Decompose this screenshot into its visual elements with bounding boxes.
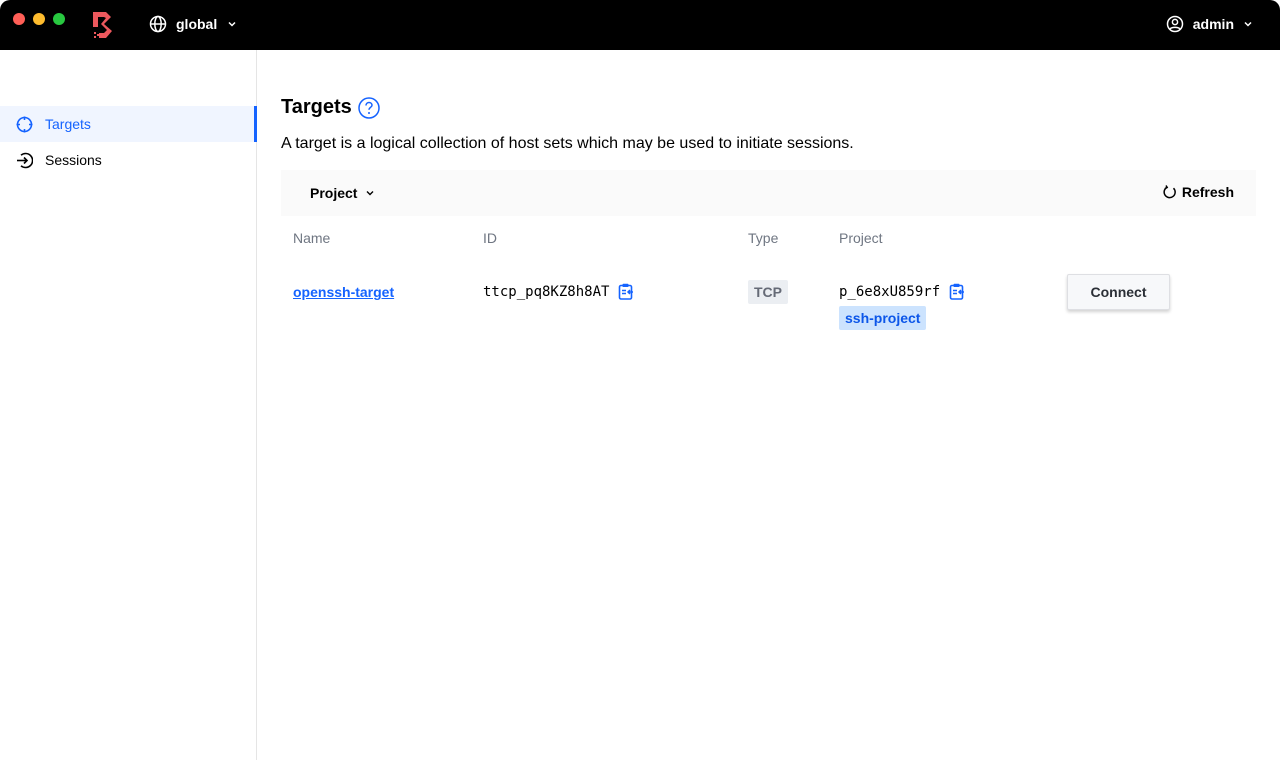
- target-id: ttcp_pq8KZ8h8AT: [483, 283, 610, 300]
- column-header-id[interactable]: ID: [483, 230, 497, 246]
- column-header-type[interactable]: Type: [748, 230, 778, 246]
- refresh-icon: [1163, 185, 1176, 199]
- column-header-name[interactable]: Name: [293, 230, 330, 246]
- chevron-down-icon: [1244, 21, 1252, 27]
- help-icon[interactable]: [358, 96, 380, 119]
- target-name-link[interactable]: openssh-target: [293, 284, 394, 300]
- maximize-window-button[interactable]: [53, 13, 65, 25]
- project-name-badge: ssh-project: [839, 306, 927, 330]
- chevron-down-icon: [366, 191, 374, 196]
- page-header: Targets: [281, 96, 380, 119]
- copy-clipboard-icon[interactable]: [949, 283, 965, 300]
- boundary-logo-icon: [93, 12, 112, 38]
- target-id-cell: ttcp_pq8KZ8h8AT: [483, 283, 634, 300]
- main-content: Targets A target is a logical collection…: [257, 50, 1280, 760]
- app-window: global admin Targets Sessions Targets A …: [0, 0, 1280, 760]
- filter-label: Project: [310, 185, 358, 201]
- user-menu[interactable]: admin: [1166, 15, 1253, 33]
- chevron-down-icon: [228, 21, 236, 27]
- type-badge: TCP: [748, 280, 788, 304]
- sidebar-item-label: Targets: [45, 116, 91, 132]
- column-header-project[interactable]: Project: [839, 230, 883, 246]
- minimize-window-button[interactable]: [33, 13, 45, 25]
- user-label: admin: [1192, 16, 1234, 32]
- sidebar-item-label: Sessions: [45, 152, 102, 168]
- refresh-button[interactable]: Refresh: [1163, 184, 1234, 200]
- close-window-button[interactable]: [13, 13, 25, 25]
- project-filter-dropdown[interactable]: Project: [310, 185, 375, 201]
- page-title: Targets: [281, 96, 352, 118]
- sidebar-item-targets[interactable]: Targets: [0, 106, 257, 142]
- sign-in-icon: [17, 152, 33, 168]
- title-bar: global admin: [0, 0, 1280, 50]
- globe-icon: [149, 15, 167, 33]
- scope-selector[interactable]: global: [149, 15, 237, 33]
- copy-clipboard-icon[interactable]: [618, 283, 634, 300]
- page-description: A target is a logical collection of host…: [281, 135, 854, 152]
- connect-button[interactable]: Connect: [1067, 274, 1170, 310]
- sidebar-item-sessions[interactable]: Sessions: [0, 142, 256, 178]
- target-icon: [16, 116, 33, 132]
- project-id: p_6e8xU859rf: [839, 283, 941, 300]
- sidebar: Targets Sessions: [0, 50, 257, 760]
- scope-label: global: [176, 16, 218, 32]
- project-id-cell: p_6e8xU859rf: [839, 283, 965, 300]
- user-circle-icon: [1166, 15, 1184, 33]
- refresh-label: Refresh: [1181, 184, 1234, 200]
- table-toolbar: Project Refresh: [281, 170, 1256, 216]
